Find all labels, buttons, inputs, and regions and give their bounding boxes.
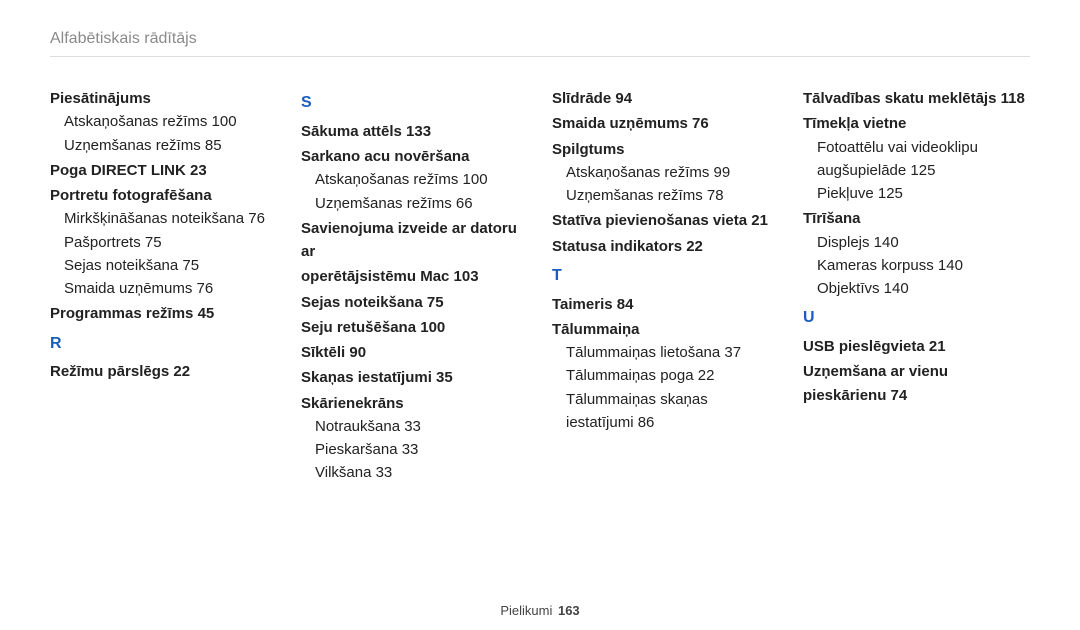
entry-talum-skanas: Tālummaiņas skaņas iestatījumi 86 [552,388,779,435]
footer-section: Pielikumi [500,603,552,618]
entry-sarkano-atskanosanas: Atskaņošanas režīms 100 [301,168,528,191]
page-footer: Pielikumi 163 [0,603,1080,618]
entry-statusa-indikators: Statusa indikators 22 [552,235,779,258]
entry-sakuma-attels: Sākuma attēls 133 [301,120,528,143]
entry-skarienekrans: Skārienekrāns [301,392,528,415]
entry-skanas-iestatijumi: Skaņas iestatījumi 35 [301,366,528,389]
entry-talum-lietosana: Tālummaiņas lietošana 37 [552,341,779,364]
entry-skarien-vilksana: Vilkšana 33 [301,461,528,484]
entry-talum-poga: Tālummaiņas poga 22 [552,364,779,387]
entry-sarkano-acu: Sarkano acu novēršana [301,145,528,168]
entry-portret-mirkskinasanas: Mirkšķināšanas noteikšana 76 [50,207,277,230]
entry-tirisana: Tīrīšana [803,207,1030,230]
index-col-2: S Sākuma attēls 133 Sarkano acu novēršan… [301,85,528,485]
letter-S: S [301,91,528,116]
entry-tiris-korpuss: Kameras korpuss 140 [803,254,1030,277]
entry-portret-smaida: Smaida uzņēmums 76 [50,277,277,300]
entry-talvadibas-skatu: Tālvadības skatu meklētājs 118 [803,87,1030,110]
entry-uznemsana-vienu: Uzņemšana ar vienu pieskārienu 74 [803,360,1030,407]
letter-U: U [803,306,1030,331]
index-page: Alfabētiskais rādītājs Piesātinājums Ats… [0,0,1080,630]
entry-slidrade: Slīdrāde 94 [552,87,779,110]
entry-seju-retusesana: Seju retušēšana 100 [301,316,528,339]
index-col-1: Piesātinājums Atskaņošanas režīms 100 Uz… [50,85,277,485]
entry-rezimu-parslegs: Režīmu pārslēgs 22 [50,360,277,383]
entry-smaida-uznemums: Smaida uzņēmums 76 [552,112,779,135]
entry-timekla-foto-1: Fotoattēlu vai videoklipu [803,136,1030,159]
index-col-3: Slīdrāde 94 Smaida uzņēmums 76 Spilgtums… [552,85,779,485]
entry-sejas-noteiksana: Sejas noteikšana 75 [301,291,528,314]
entry-spilgtums: Spilgtums [552,138,779,161]
entry-piesat-atskanosanas: Atskaņošanas režīms 100 [50,110,277,133]
entry-piesatinajums: Piesātinājums [50,87,277,110]
entry-timekla-piekluve: Piekļuve 125 [803,182,1030,205]
index-columns: Piesātinājums Atskaņošanas režīms 100 Uz… [50,85,1030,485]
entry-savienojuma-2: operētājsistēmu Mac 103 [301,265,528,288]
entry-timekla-foto-2: augšupielāde 125 [803,159,1030,182]
entry-sikteli: Sīktēli 90 [301,341,528,364]
entry-portretu-fotografesana: Portretu fotografēšana [50,184,277,207]
footer-page-number: 163 [558,603,580,618]
entry-tiris-displejs: Displejs 140 [803,231,1030,254]
entry-sarkano-uznemsanas: Uzņemšanas režīms 66 [301,192,528,215]
entry-spilg-uznemsanas: Uzņemšanas režīms 78 [552,184,779,207]
entry-savienojuma-1: Savienojuma izveide ar datoru ar [301,217,528,264]
entry-poga-direct-link: Poga DIRECT LINK 23 [50,159,277,182]
page-header: Alfabētiskais rādītājs [50,30,1030,57]
entry-stativa-pievienosanas: Statīva pievienošanas vieta 21 [552,209,779,232]
entry-timekla-vietne: Tīmekļa vietne [803,112,1030,135]
letter-R: R [50,332,277,357]
entry-programmas-rezims: Programmas režīms 45 [50,302,277,325]
entry-portret-pasportrets: Pašportrets 75 [50,231,277,254]
entry-talummaina: Tālummaiņa [552,318,779,341]
letter-T: T [552,264,779,289]
entry-tiris-objektivs: Objektīvs 140 [803,277,1030,300]
entry-usb-pieslegvieta: USB pieslēgvieta 21 [803,335,1030,358]
index-col-4: Tālvadības skatu meklētājs 118 Tīmekļa v… [803,85,1030,485]
entry-skarien-notrauksana: Notraukšana 33 [301,415,528,438]
entry-skarien-pieskarsana: Pieskaršana 33 [301,438,528,461]
entry-spilg-atskanosanas: Atskaņošanas režīms 99 [552,161,779,184]
entry-taimeris: Taimeris 84 [552,293,779,316]
entry-portret-sejas: Sejas noteikšana 75 [50,254,277,277]
entry-piesat-uznemsanas: Uzņemšanas režīms 85 [50,134,277,157]
